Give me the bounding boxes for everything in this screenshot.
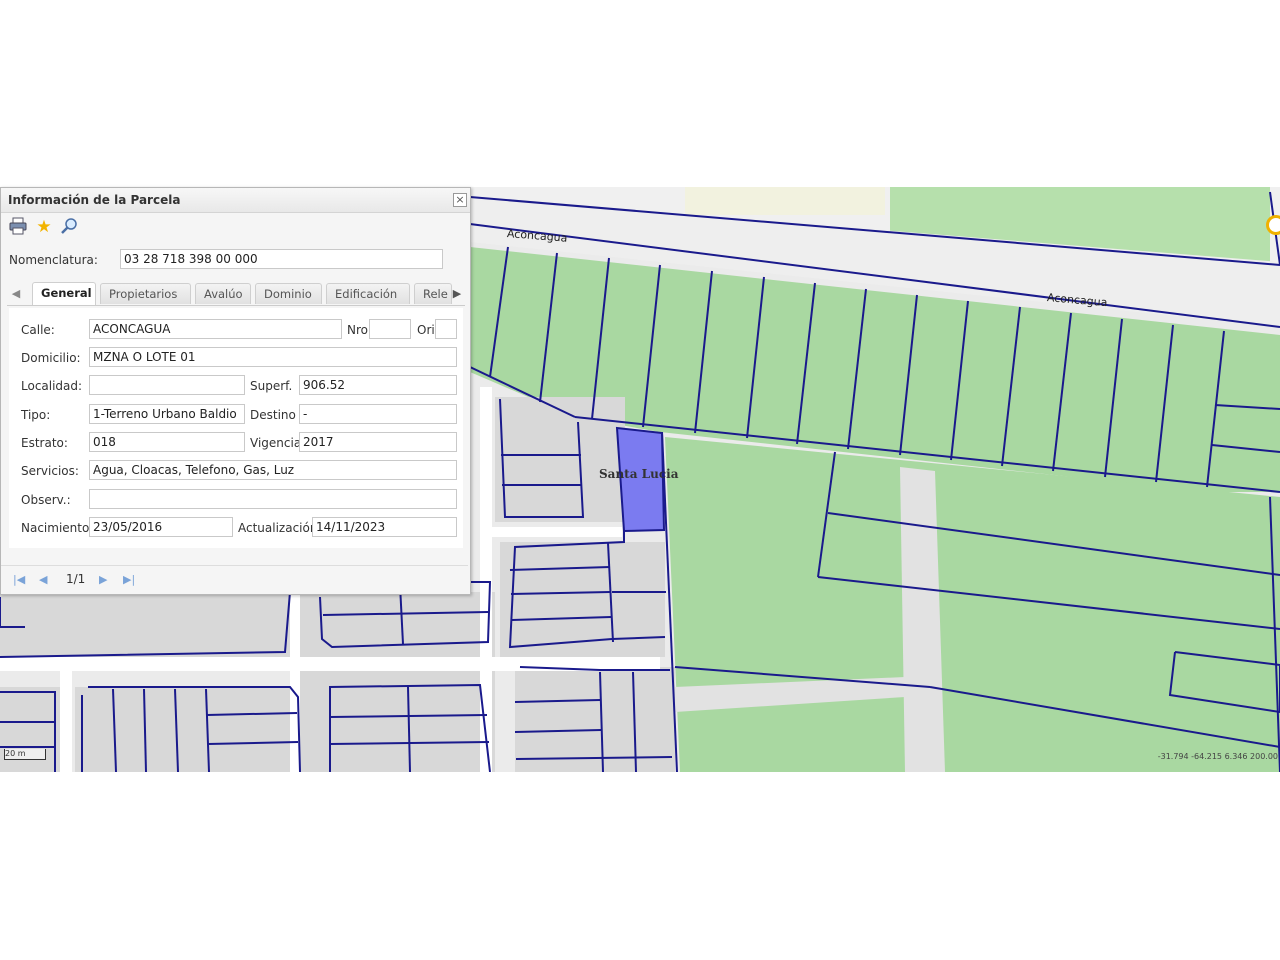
domicilio-label: Domicilio: — [21, 351, 81, 365]
nro-label: Nro — [347, 323, 368, 337]
observ-field[interactable] — [89, 489, 457, 509]
location-marker-icon[interactable] — [1266, 215, 1280, 235]
first-page-icon[interactable]: |◀ — [13, 573, 25, 586]
localidad-field[interactable] — [89, 375, 245, 395]
vigencia-label: Vigencia — [250, 436, 302, 450]
coordinates-readout: -31.794 -64.215 6.346 200.00 — [1157, 752, 1278, 761]
star-icon[interactable]: ★ — [34, 217, 54, 237]
tab-edificacion[interactable]: Edificación — [326, 283, 410, 304]
nro-field[interactable] — [369, 319, 411, 339]
tab-scroll-right-icon[interactable]: ▶ — [450, 285, 464, 303]
pager-bar: |◀ ◀ 1/1 ▶ ▶| — [1, 565, 468, 593]
ori-field[interactable] — [435, 319, 457, 339]
superf-field[interactable]: 906.52 — [299, 375, 457, 395]
search-icon[interactable] — [59, 217, 79, 237]
tab-strip: ◀ General Propietarios Avalúo Dominio Ed… — [7, 281, 465, 306]
prev-page-icon[interactable]: ◀ — [39, 573, 47, 586]
nomenclatura-field[interactable]: 03 28 718 398 00 000 — [120, 249, 443, 269]
tipo-field[interactable]: 1-Terreno Urbano Baldio — [89, 404, 245, 424]
nomenclatura-label: Nomenclatura: — [9, 253, 98, 267]
next-page-icon[interactable]: ▶ — [99, 573, 107, 586]
tab-avaluo[interactable]: Avalúo — [195, 283, 251, 304]
tab-dominio[interactable]: Dominio — [255, 283, 322, 304]
scale-bar: 20 m — [4, 749, 46, 760]
estrato-label: Estrato: — [21, 436, 68, 450]
calle-label: Calle: — [21, 323, 55, 337]
calle-field[interactable]: ACONCAGUA — [89, 319, 342, 339]
page-indicator: 1/1 — [66, 572, 86, 586]
servicios-field[interactable]: Agua, Cloacas, Telefono, Gas, Luz — [89, 460, 457, 480]
observ-label: Observ.: — [21, 493, 71, 507]
tab-propietarios[interactable]: Propietarios — [100, 283, 191, 304]
general-tab-content — [9, 308, 463, 548]
localidad-label: Localidad: — [21, 379, 83, 393]
close-button[interactable]: × — [453, 193, 467, 207]
panel-toolbar: ★ — [1, 213, 470, 241]
actualizacion-field[interactable]: 14/11/2023 — [312, 517, 457, 537]
window-title: Información de la Parcela — [8, 193, 181, 207]
nacimiento-field[interactable]: 23/05/2016 — [89, 517, 233, 537]
destino-field[interactable]: - — [299, 404, 457, 424]
destino-label: Destino — [250, 408, 296, 422]
vigencia-field[interactable]: 2017 — [299, 432, 457, 452]
place-label: Santa Lucia — [599, 467, 679, 481]
window-titlebar[interactable]: Información de la Parcela × — [1, 188, 470, 213]
tipo-label: Tipo: — [21, 408, 51, 422]
tab-general[interactable]: General — [32, 282, 96, 305]
last-page-icon[interactable]: ▶| — [123, 573, 135, 586]
domicilio-field[interactable]: MZNA O LOTE 01 — [89, 347, 457, 367]
nacimiento-label: Nacimiento: — [21, 521, 94, 535]
parcel-info-window: Información de la Parcela × ★ Nomenclatu… — [0, 187, 471, 595]
superf-label: Superf. — [250, 379, 293, 393]
print-icon[interactable] — [8, 217, 28, 237]
tab-scroll-left-icon[interactable]: ◀ — [9, 285, 23, 303]
tab-relevamiento[interactable]: Rele — [414, 283, 452, 304]
estrato-field[interactable]: 018 — [89, 432, 245, 452]
servicios-label: Servicios: — [21, 464, 79, 478]
ori-label: Ori — [417, 323, 435, 337]
actualizacion-label: Actualización — [238, 521, 318, 535]
